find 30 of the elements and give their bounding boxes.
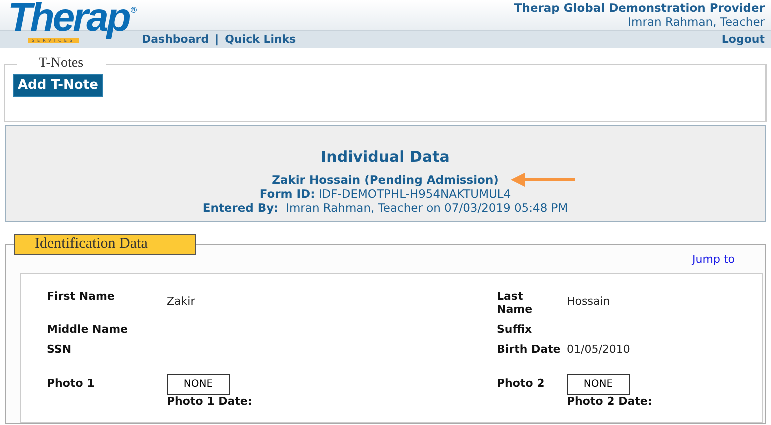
field-label: Suffix [497,323,534,338]
section-title: Identification Data [14,235,196,255]
field-value: Zakir [167,295,196,308]
form-id-line: Form ID: IDF-DEMOTPHL-H954NAKTUMUL4 [258,187,512,201]
logout-link[interactable]: Logout [722,33,765,46]
add-tnote-button[interactable]: Add T-Note [13,74,104,97]
field-label: Photo 2 Date: [567,395,654,408]
field-label: Birth Date [497,343,562,358]
field-value: 01/05/2010 [567,343,630,356]
user-name: Imran Rahman, Teacher [627,15,765,29]
field-label: First Name [47,290,116,305]
field-value: Hossain [567,295,610,308]
field-label: Photo 1 [47,377,96,392]
provider-name: Therap Global Demonstration Provider [514,1,765,15]
jump-to-link[interactable]: Jump to [692,253,735,266]
section-title: T-Notes [38,56,85,72]
field-label: Middle Name [47,323,130,338]
photo-button[interactable]: NONE [167,374,230,395]
page-title: Individual Data [320,148,451,166]
individual-name: Zakir Hossain (Pending Admission) [272,173,499,187]
field-label: SSN [47,343,73,358]
nav-separator: | [215,33,220,46]
photo-button[interactable]: NONE [567,374,630,395]
nav-link[interactable]: Dashboard [142,33,210,46]
arrow-icon [510,173,575,187]
field-label: Photo 1 Date: [167,395,254,408]
field-label: Photo 2 [497,377,546,392]
entered-by-line: Entered By: Imran Rahman, Teacher on 07/03/2019 05:48 PM [202,201,570,215]
nav-link[interactable]: Quick Links [225,33,296,46]
field-label: Last Name [497,290,534,318]
